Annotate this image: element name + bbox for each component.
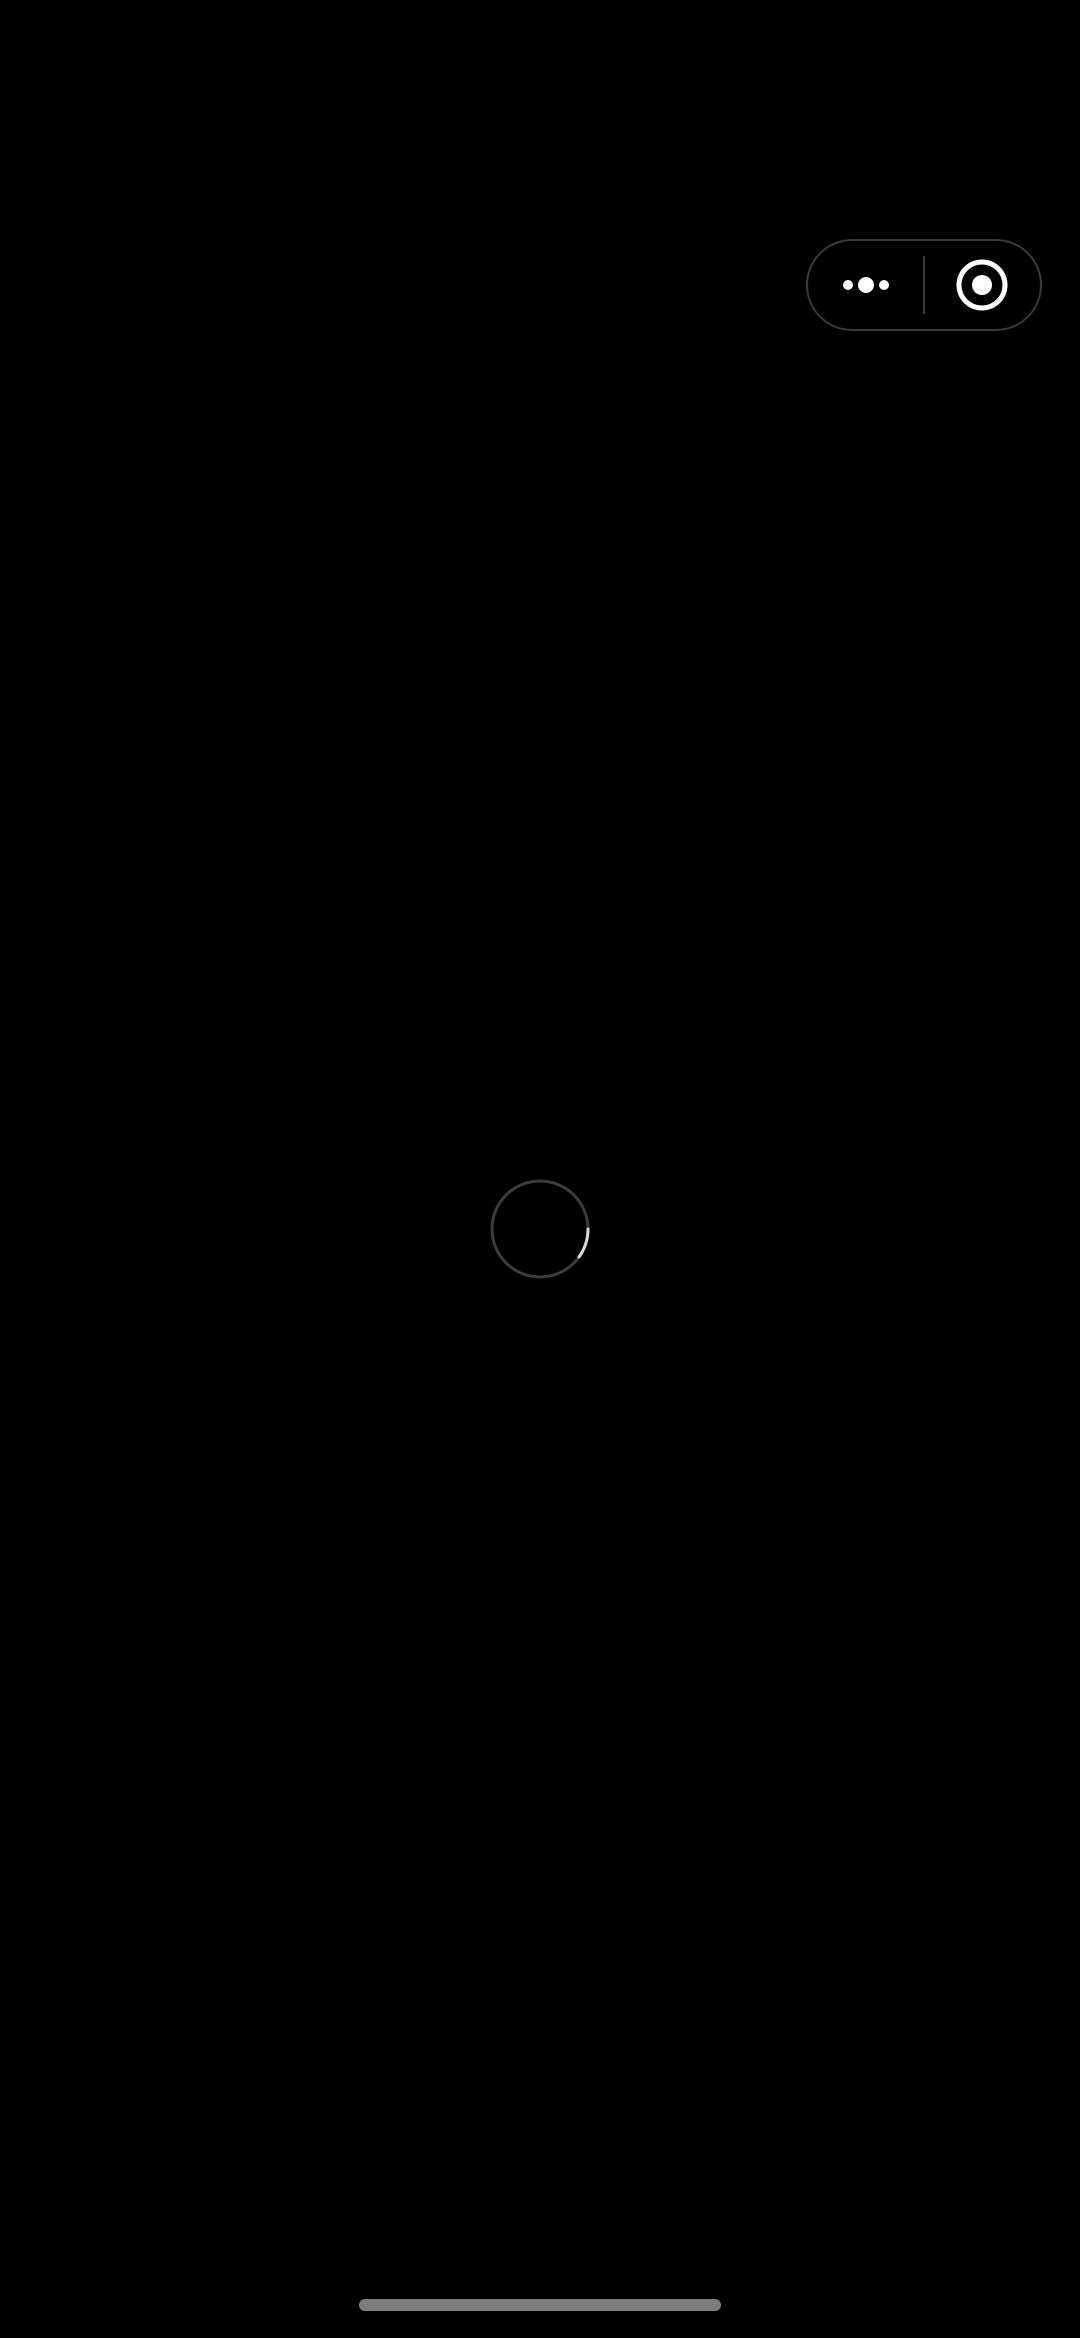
app-screen <box>0 0 1080 2338</box>
home-indicator[interactable] <box>359 2299 721 2311</box>
loading-spinner <box>489 1178 591 1280</box>
loading-spinner-icon <box>490 1179 590 1279</box>
close-target-icon <box>956 259 1008 311</box>
close-button[interactable] <box>925 241 1040 329</box>
more-dots-icon <box>842 277 889 293</box>
mini-program-capsule <box>806 239 1042 331</box>
more-button[interactable] <box>808 241 923 329</box>
